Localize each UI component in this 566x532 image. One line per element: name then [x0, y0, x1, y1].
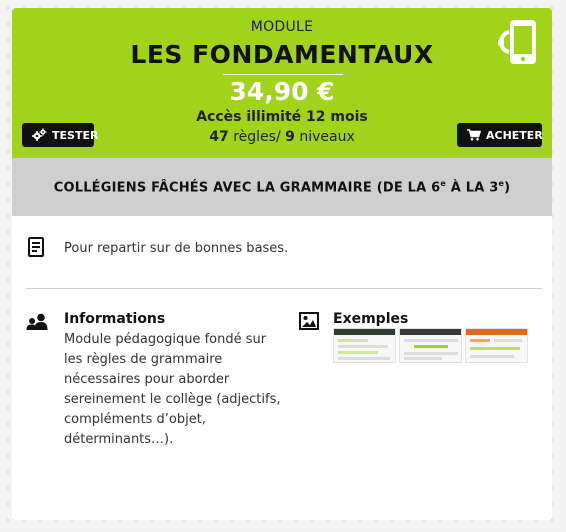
module-price: 34,90 € — [229, 77, 335, 106]
test-button[interactable]: TESTER — [22, 123, 98, 147]
examples-title: Exemples — [333, 311, 409, 327]
module-card: MODULE LES FONDAMENTAUX 34,90 € Accès il… — [12, 8, 552, 520]
mobile-phone-icon — [496, 18, 540, 70]
banner-text-part: ) — [504, 180, 511, 196]
levels-label: niveaux — [294, 129, 355, 145]
example-thumbnail[interactable] — [399, 328, 462, 363]
users-icon — [26, 313, 48, 335]
banner-text-part: À LA 3 — [446, 180, 499, 196]
cart-icon — [467, 129, 481, 141]
target-audience-banner: COLLÉGIENS FÂCHÉS AVEC LA GRAMMAIRE (DE … — [12, 158, 552, 216]
test-button-label: TESTER — [52, 128, 99, 142]
module-description: Pour repartir sur de bonnes bases. — [64, 241, 289, 256]
module-kicker: MODULE — [250, 19, 314, 35]
example-thumbnail[interactable] — [465, 328, 528, 363]
rules-label: règles/ — [228, 129, 286, 145]
document-icon — [28, 237, 44, 261]
banner-text-part: COLLÉGIENS FÂCHÉS AVEC LA GRAMMAIRE (DE … — [53, 180, 441, 196]
module-title: LES FONDAMENTAUX — [130, 40, 434, 69]
buy-button[interactable]: ACHETER — [457, 123, 543, 147]
buy-button-label: ACHETER — [486, 128, 543, 142]
title-divider — [223, 74, 343, 75]
image-icon — [299, 312, 319, 334]
example-thumbnail[interactable] — [333, 328, 396, 363]
informations-title: Informations — [64, 311, 166, 327]
gears-icon — [32, 128, 47, 142]
banner-text: COLLÉGIENS FÂCHÉS AVEC LA GRAMMAIRE (DE … — [54, 179, 511, 195]
section-divider — [26, 288, 542, 289]
rules-count: 47 — [209, 129, 229, 145]
levels-count: 9 — [285, 129, 295, 145]
informations-body: Module pédagogique fondé sur les règles … — [64, 332, 281, 447]
examples-thumbnails — [333, 328, 528, 363]
module-header: MODULE LES FONDAMENTAUX 34,90 € Accès il… — [12, 8, 552, 158]
